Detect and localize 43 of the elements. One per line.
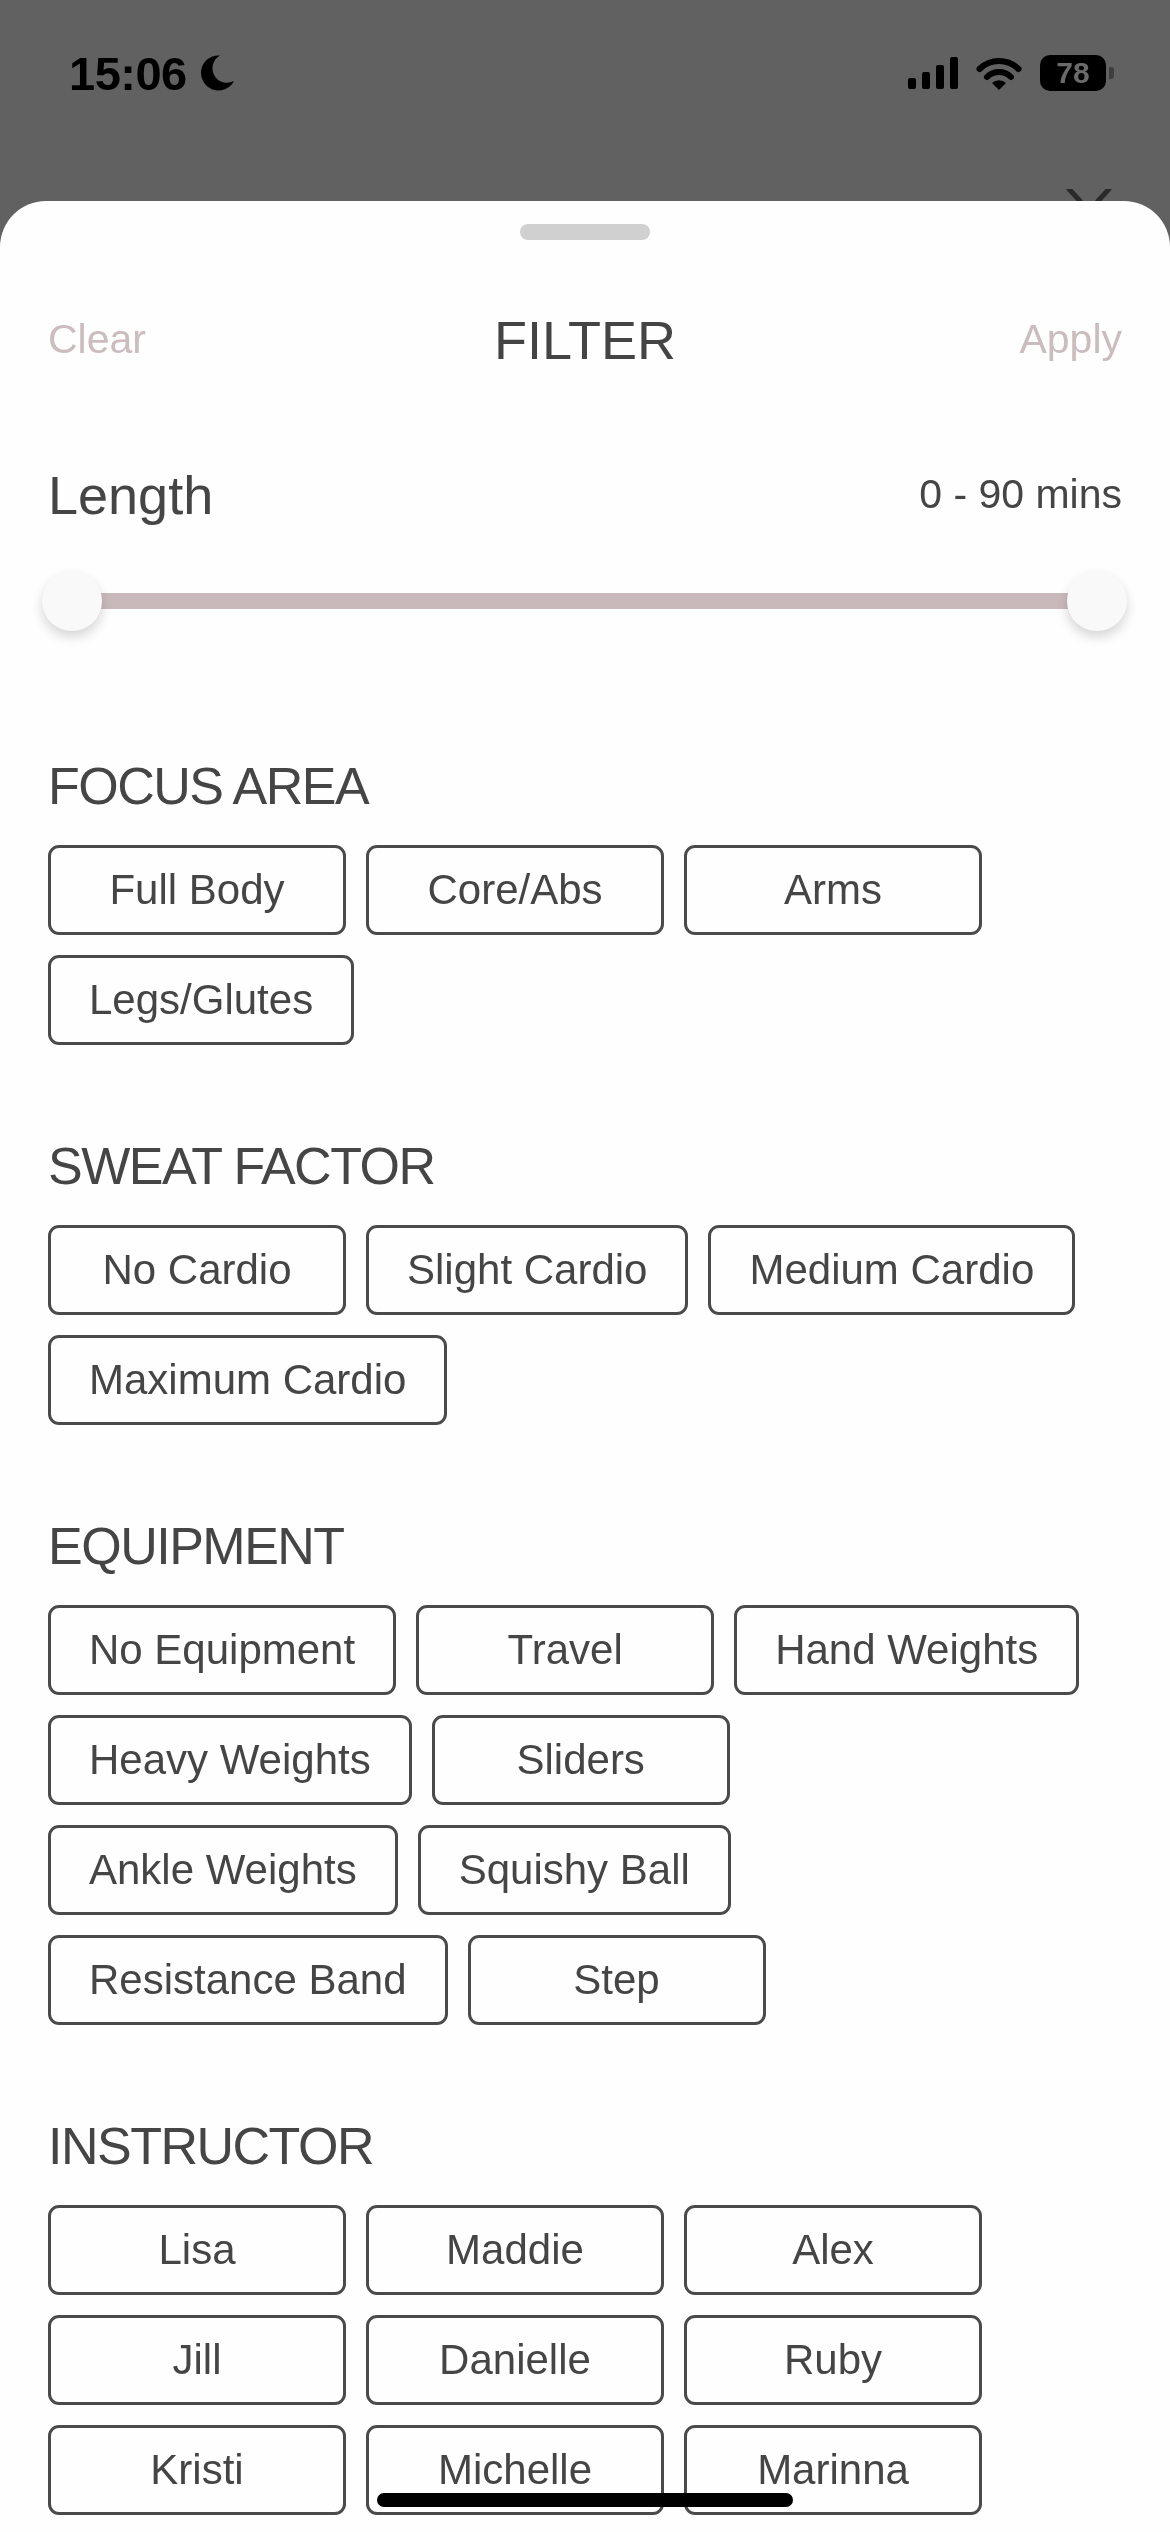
signal-icon [908,57,958,89]
filter-chip[interactable]: Ankle Weights [48,1825,398,1915]
filter-chip[interactable]: Michelle [366,2425,664,2515]
filter-chip[interactable]: Slight Cardio [366,1225,689,1315]
filter-chip[interactable]: Core/Abs [366,845,664,935]
filter-chip[interactable]: Kristi [48,2425,346,2515]
battery-indicator: 78 [1040,55,1114,91]
filter-chip[interactable]: Step [467,1935,766,2025]
moon-icon [198,54,235,92]
length-label: Length [48,463,214,527]
filter-chip[interactable]: Medium Cardio [708,1225,1076,1315]
slider-handle[interactable] [42,571,102,631]
length-reading: 0 - 90 mins [919,470,1122,520]
wifi-icon [975,56,1023,90]
filter-chip[interactable]: Sliders [431,1715,730,1805]
section-heading: EQUIPMENT [48,1516,345,1577]
filter-chip[interactable]: Maddie [366,2205,664,2295]
filter-chip[interactable]: No Equipment [48,1605,397,1695]
filter-chip[interactable]: Heavy Weights [48,1715,412,1805]
filter-chip[interactable]: Arms [684,845,982,935]
filter-chip[interactable]: Marinna [684,2425,982,2515]
section-heading: FOCUS AREA [48,756,370,817]
filter-chip[interactable]: No Cardio [48,1225,346,1315]
filter-chip[interactable]: Ruby [684,2315,982,2405]
sheet-grabber[interactable] [520,224,650,240]
close-icon[interactable] [1066,189,1112,201]
slider-handle[interactable] [1067,571,1127,631]
filter-chip[interactable]: Danielle [366,2315,664,2405]
filter-chip[interactable]: Resistance Band [48,1935,448,2025]
filter-chip[interactable]: Maximum Cardio [48,1335,448,1425]
sheet-title: FILTER [494,308,676,372]
filter-chip[interactable]: Lisa [48,2205,346,2295]
filter-chip[interactable]: Alex [684,2205,982,2295]
filter-chip[interactable]: Travel [416,1605,715,1695]
filter-chip[interactable]: Full Body [48,845,346,935]
filter-chip[interactable]: Legs/Glutes [48,955,355,1045]
status-time: 15:06 [69,49,187,97]
filter-chip[interactable]: Squishy Ball [417,1825,731,1915]
filter-chip[interactable]: Jill [48,2315,346,2405]
section-heading: SWEAT FACTOR [48,1136,436,1197]
filter-chip[interactable]: Hand Weights [734,1605,1080,1695]
section-heading: INSTRUCTOR [48,2116,374,2177]
length-slider[interactable] [42,571,1127,631]
